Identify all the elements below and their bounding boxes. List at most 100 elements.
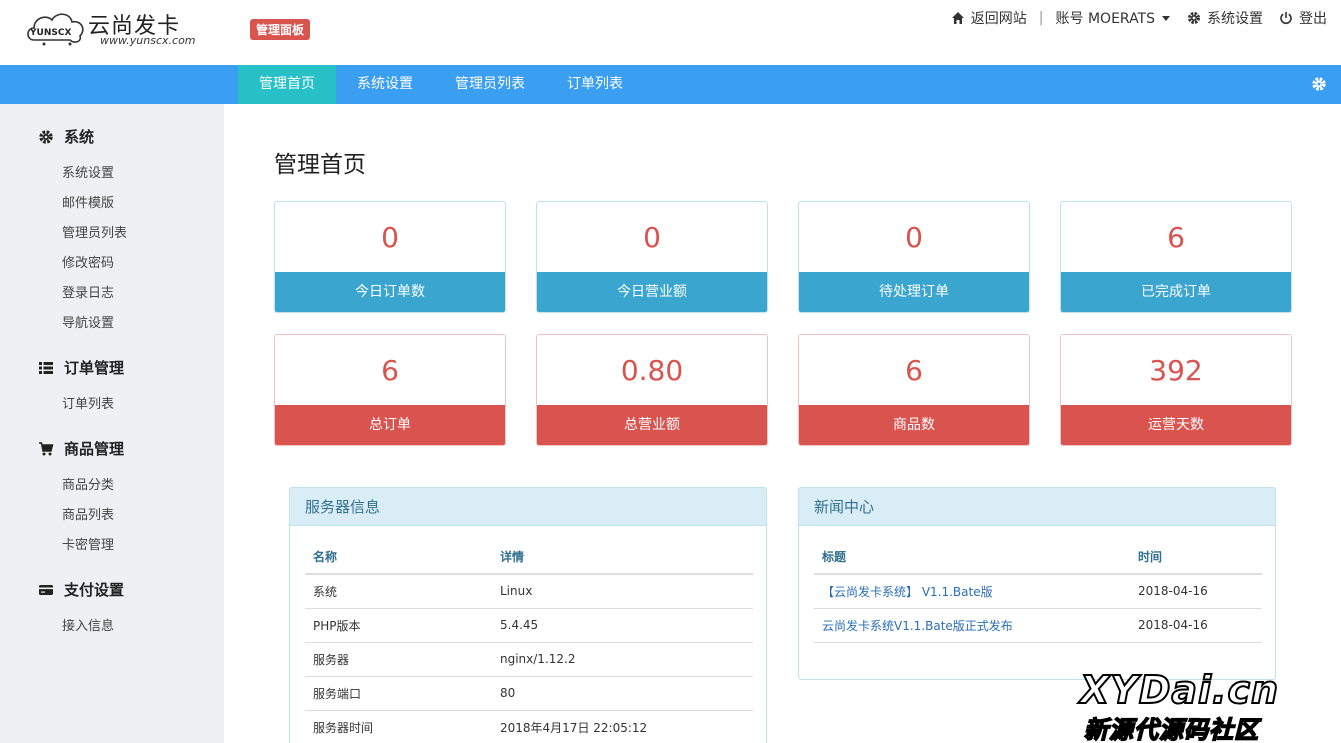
table-row: 服务端口 80: [305, 676, 753, 711]
stat-label: 已完成订单: [1061, 272, 1291, 312]
table-cell: 5.4.45: [492, 608, 753, 643]
sidebar-group-products[interactable]: 商品管理: [38, 438, 124, 459]
gear-icon: [1188, 12, 1200, 24]
column-header: 详情: [492, 540, 753, 575]
settings-link[interactable]: 系统设置: [1187, 8, 1263, 28]
sidebar-item-product-list[interactable]: 商品列表: [62, 504, 114, 523]
sidebar-group-system[interactable]: 系统: [38, 126, 94, 147]
main-navbar: 管理首页 系统设置 管理员列表 订单列表: [0, 65, 1341, 104]
sidebar-item-login-log[interactable]: 登录日志: [62, 282, 114, 301]
table-cell: 服务器时间: [305, 710, 492, 743]
sidebar-group-orders[interactable]: 订单管理: [38, 357, 124, 378]
panel-title: 新闻中心: [799, 488, 1275, 526]
list-icon: [39, 361, 53, 374]
table-cell: 2018-04-16: [1130, 574, 1262, 609]
logout-label: 登出: [1299, 11, 1327, 27]
news-table: 标题 时间 【云尚发卡系统】 V1.1.Bate版 2018-04-16 云尚发…: [814, 540, 1262, 643]
table-row: 服务器 nginx/1.12.2: [305, 642, 753, 677]
sidebar-group-label: 支付设置: [64, 581, 125, 599]
stat-value: 0: [381, 221, 399, 254]
sidebar-group-payment[interactable]: 支付设置: [38, 579, 124, 600]
stat-value: 0: [643, 221, 661, 254]
stat-card-completed-orders[interactable]: 6 已完成订单: [1060, 201, 1292, 313]
stat-value: 0.80: [620, 354, 684, 387]
credit-card-icon: [39, 584, 53, 595]
stat-label: 今日订单数: [275, 272, 505, 312]
power-icon: [1280, 12, 1292, 25]
watermark: XYDai.cn 新源代源码社区: [1079, 667, 1320, 743]
table-cell: 2018-04-16: [1130, 608, 1262, 643]
logo-badge-text: YUNSCX: [29, 28, 71, 38]
server-info-panel: 服务器信息 名称 详情 系统 Linux PHP版本 5.4.45 服务器 ng…: [289, 487, 767, 743]
stat-value: 6: [1167, 221, 1185, 254]
header: YUNSCX 云尚发卡 www.yunscx.com 管理面板 返回网站 | 账…: [0, 0, 1341, 65]
stat-card-total-revenue[interactable]: 0.80 总营业额: [536, 334, 768, 446]
table-cell: 云尚发卡系统V1.1.Bate版正式发布: [814, 608, 1130, 643]
sidebar-item-access-info[interactable]: 接入信息: [62, 615, 114, 634]
column-header: 时间: [1130, 540, 1262, 575]
gear-icon[interactable]: [1311, 76, 1327, 92]
sidebar-item-nav-settings[interactable]: 导航设置: [62, 312, 114, 331]
sidebar-item-order-list[interactable]: 订单列表: [62, 393, 114, 412]
news-title-link[interactable]: 【云尚发卡系统】 V1.1.Bate版: [822, 585, 993, 599]
tab-dashboard[interactable]: 管理首页: [238, 65, 336, 104]
cart-icon: [39, 441, 54, 455]
table-row: PHP版本 5.4.45: [305, 608, 753, 643]
settings-label: 系统设置: [1207, 11, 1263, 27]
stat-value: 6: [905, 354, 923, 387]
table-row: 云尚发卡系统V1.1.Bate版正式发布 2018-04-16: [814, 608, 1262, 643]
stat-label: 总订单: [275, 405, 505, 445]
sidebar: 系统 系统设置 邮件模版 管理员列表 修改密码 登录日志 导航设置 订单管理 订…: [0, 104, 224, 743]
logo[interactable]: YUNSCX 云尚发卡 www.yunscx.com: [24, 6, 214, 50]
stat-card-pending-orders[interactable]: 0 待处理订单: [798, 201, 1030, 313]
page-title: 管理首页: [274, 152, 366, 178]
table-cell: 系统: [305, 574, 492, 609]
stat-card-total-orders[interactable]: 6 总订单: [274, 334, 506, 446]
stat-card-product-count[interactable]: 6 商品数: [798, 334, 1030, 446]
table-cell: 2018年4月17日 22:05:12: [492, 710, 753, 743]
logo-url: www.yunscx.com: [100, 34, 196, 47]
stat-card-today-orders[interactable]: 0 今日订单数: [274, 201, 506, 313]
sidebar-group-label: 商品管理: [64, 440, 125, 458]
table-row: 系统 Linux: [305, 574, 753, 609]
tab-admin-list[interactable]: 管理员列表: [434, 65, 546, 104]
stat-value: 0: [905, 221, 923, 254]
gear-icon: [39, 129, 53, 144]
panel-badge: 管理面板: [250, 19, 311, 40]
back-site-link[interactable]: 返回网站: [951, 8, 1027, 28]
news-center-panel: 新闻中心 标题 时间 【云尚发卡系统】 V1.1.Bate版 2018-04-1…: [798, 487, 1276, 680]
sidebar-item-mail-template[interactable]: 邮件模版: [62, 192, 114, 211]
tab-order-list[interactable]: 订单列表: [546, 65, 644, 104]
watermark-line2: 新源代源码社区: [1083, 715, 1259, 743]
back-site-label: 返回网站: [970, 11, 1027, 27]
sidebar-group-label: 订单管理: [64, 359, 125, 377]
news-title-link[interactable]: 云尚发卡系统V1.1.Bate版正式发布: [822, 619, 1013, 633]
caret-down-icon: [1162, 16, 1170, 21]
sidebar-group-label: 系统: [64, 128, 95, 146]
sidebar-item-system-settings[interactable]: 系统设置: [62, 162, 114, 181]
table-cell: Linux: [492, 574, 753, 609]
sidebar-item-admin-list[interactable]: 管理员列表: [62, 222, 127, 241]
stat-label: 待处理订单: [799, 272, 1029, 312]
account-label: 账号 MOERATS: [1055, 11, 1155, 27]
watermark-line1: XYDai.cn: [1079, 667, 1280, 713]
panel-title: 服务器信息: [290, 488, 766, 526]
sidebar-item-card-management[interactable]: 卡密管理: [62, 534, 114, 553]
divider: |: [1038, 10, 1044, 26]
cloud-logo-icon: YUNSCX: [27, 13, 84, 46]
column-header: 名称: [305, 540, 492, 575]
stat-label: 今日营业额: [537, 272, 767, 312]
tab-system-settings[interactable]: 系统设置: [336, 65, 434, 104]
table-header-row: 标题 时间: [814, 540, 1262, 575]
stat-label: 运营天数: [1061, 405, 1291, 445]
stat-card-today-revenue[interactable]: 0 今日营业额: [536, 201, 768, 313]
stat-card-operating-days[interactable]: 392 运营天数: [1060, 334, 1292, 446]
home-icon: [951, 12, 964, 24]
logout-link[interactable]: 登出: [1279, 8, 1327, 28]
stat-value: 392: [1149, 354, 1203, 387]
sidebar-item-change-password[interactable]: 修改密码: [62, 252, 114, 271]
table-cell: 服务端口: [305, 676, 492, 711]
sidebar-item-product-category[interactable]: 商品分类: [62, 474, 114, 493]
table-cell: 80: [492, 676, 753, 711]
account-dropdown[interactable]: 账号 MOERATS: [1056, 8, 1171, 28]
